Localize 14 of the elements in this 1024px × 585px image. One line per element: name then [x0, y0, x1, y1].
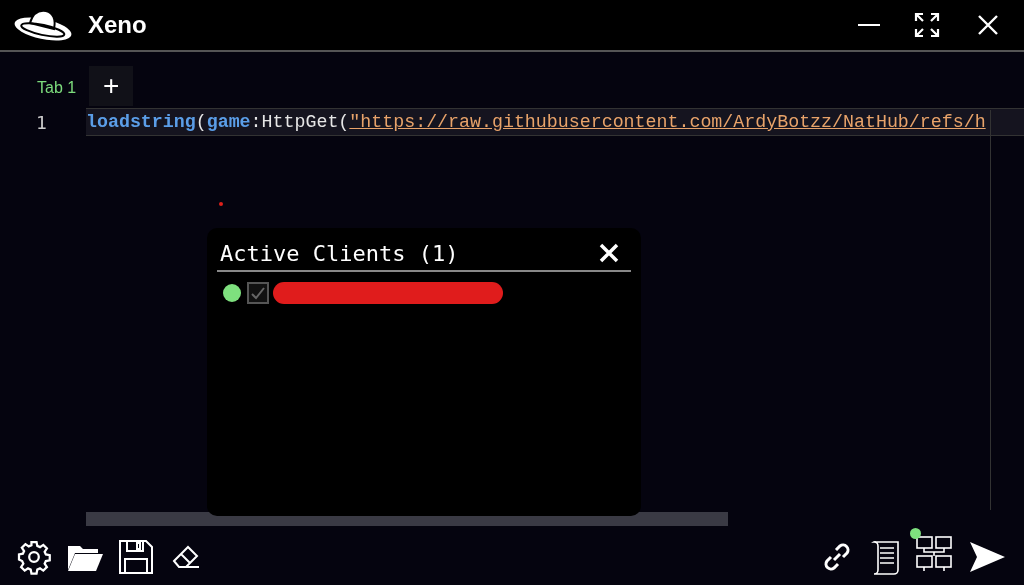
tab[interactable]: Tab 1: [30, 70, 84, 106]
maximize-icon[interactable]: [914, 12, 940, 38]
window-title: Xeno: [88, 10, 147, 40]
close-icon[interactable]: [978, 15, 998, 35]
line-number: 1: [35, 110, 48, 135]
save-icon[interactable]: [118, 539, 154, 575]
add-tab-button[interactable]: +: [89, 66, 134, 106]
close-icon[interactable]: [599, 243, 619, 263]
send-icon[interactable]: [968, 540, 1006, 574]
checkbox[interactable]: [247, 282, 269, 304]
dot-mark: [219, 202, 223, 206]
dialog-title: Active Clients (1): [220, 239, 459, 268]
client-grid-icon[interactable]: [914, 533, 954, 574]
settings-icon[interactable]: [16, 539, 52, 575]
